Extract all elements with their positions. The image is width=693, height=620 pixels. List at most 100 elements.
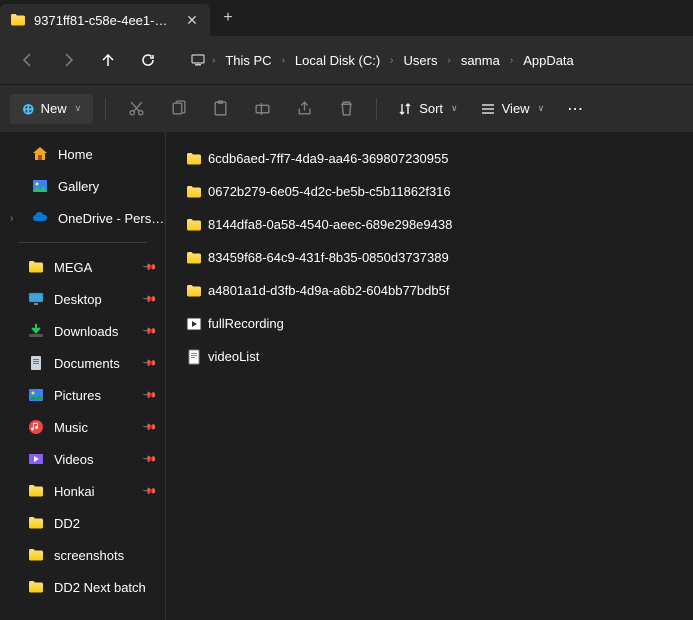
videos-icon [28, 451, 44, 467]
pin-icon: 📌 [142, 323, 158, 339]
file-name: 0672b279-6e05-4d2c-be5b-c5b11862f316 [208, 184, 451, 199]
file-item[interactable]: 8144dfa8-0a58-4540-aeec-689e298e9438 [176, 208, 683, 241]
file-list: 6cdb6aed-7ff7-4da9-aa46-369807230955 0672… [166, 132, 693, 620]
folder-icon [28, 515, 44, 531]
tab-active[interactable]: 9371ff81-c58e-4ee1-9119-a9ecd ✕ [0, 4, 210, 36]
pin-icon: 📌 [142, 387, 158, 403]
share-button[interactable] [286, 91, 322, 127]
new-label: New [41, 101, 67, 116]
folder-icon [186, 250, 202, 266]
gallery-icon [32, 178, 48, 194]
folder-icon [28, 579, 44, 595]
more-button[interactable]: ⋯ [558, 91, 594, 127]
folder-icon [186, 184, 202, 200]
folder-icon [186, 151, 202, 167]
sidebar-item-documents[interactable]: Documents 📌 [0, 347, 165, 379]
pin-icon: 📌 [142, 355, 158, 371]
sidebar-item-music[interactable]: Music📌 [0, 411, 165, 443]
breadcrumb-item[interactable]: Local Disk (C:) [291, 53, 384, 68]
sidebar-item-gallery[interactable]: Gallery [0, 170, 165, 202]
refresh-button[interactable] [130, 42, 166, 78]
sidebar-item-label: Downloads [54, 324, 118, 339]
sidebar-item-label: Desktop [54, 292, 102, 307]
chevron-right-icon[interactable]: › [441, 55, 456, 66]
file-item[interactable]: 83459f68-64c9-431f-8b35-0850d3737389 [176, 241, 683, 274]
folder-icon [186, 283, 202, 299]
sidebar-item-label: Documents [54, 356, 120, 371]
delete-button[interactable] [328, 91, 364, 127]
sidebar-item-videos[interactable]: Videos 📌 [0, 443, 165, 475]
chevron-right-icon[interactable]: › [504, 55, 519, 66]
paste-button[interactable] [202, 91, 238, 127]
folder-icon [28, 483, 44, 499]
file-item[interactable]: 0672b279-6e05-4d2c-be5b-c5b11862f316 [176, 175, 683, 208]
folder-icon [28, 259, 44, 275]
breadcrumb-item[interactable]: This PC [221, 53, 275, 68]
sidebar-item-label: DD2 Next batch [54, 580, 146, 595]
pc-icon [190, 52, 206, 68]
forward-button[interactable] [50, 42, 86, 78]
new-button[interactable]: ⊕ New ∨ [10, 94, 93, 124]
view-button[interactable]: View ∨ [472, 95, 553, 123]
breadcrumb-item[interactable]: Users [400, 53, 442, 68]
close-tab-button[interactable]: ✕ [184, 12, 200, 28]
pin-icon: 📌 [142, 451, 158, 467]
sidebar-item-honkai[interactable]: Honkai 📌 [0, 475, 165, 507]
sidebar-item-label: Gallery [58, 179, 99, 194]
sidebar-item-pictures[interactable]: Pictures 📌 [0, 379, 165, 411]
address-bar[interactable]: › This PC › Local Disk (C:) › Users › sa… [184, 44, 683, 76]
desktop-icon [28, 291, 44, 307]
chevron-right-icon[interactable]: › [10, 213, 13, 224]
rename-button[interactable] [244, 91, 280, 127]
command-bar: ⊕ New ∨ Sort ∨ View ∨ ⋯ [0, 84, 693, 132]
onedrive-icon [32, 210, 48, 226]
back-button[interactable] [10, 42, 46, 78]
sidebar-item-downloads[interactable]: Downloads 📌 [0, 315, 165, 347]
sidebar-item-screenshots[interactable]: screenshots [0, 539, 165, 571]
navigation-sidebar: HomeGallery›OneDrive - PersonalMEGA📌Desk… [0, 132, 166, 620]
breadcrumb-item[interactable]: sanma [457, 53, 504, 68]
video-icon [186, 316, 202, 332]
tab-title: 9371ff81-c58e-4ee1-9119-a9ecd [34, 13, 174, 28]
copy-button[interactable] [160, 91, 196, 127]
pin-icon: 📌 [142, 291, 158, 307]
breadcrumb-item[interactable]: AppData [519, 53, 578, 68]
sidebar-item-label: MEGA [54, 260, 92, 275]
sidebar-item-mega[interactable]: MEGA 📌 [0, 251, 165, 283]
chevron-down-icon: ∨ [538, 103, 545, 114]
file-item[interactable]: 6cdb6aed-7ff7-4da9-aa46-369807230955 [176, 142, 683, 175]
divider [376, 98, 377, 120]
pin-icon: 📌 [142, 483, 158, 499]
up-button[interactable] [90, 42, 126, 78]
folder-icon [28, 547, 44, 563]
sidebar-item-desktop[interactable]: Desktop 📌 [0, 283, 165, 315]
cut-button[interactable] [118, 91, 154, 127]
file-item[interactable]: fullRecording [176, 307, 683, 340]
pin-icon: 📌 [142, 259, 158, 275]
chevron-right-icon[interactable]: › [384, 55, 399, 66]
file-item[interactable]: videoList [176, 340, 683, 373]
sort-label: Sort [419, 101, 443, 116]
plus-icon: ⊕ [22, 100, 35, 118]
chevron-right-icon[interactable]: › [206, 55, 221, 66]
chevron-right-icon[interactable]: › [276, 55, 291, 66]
sort-button[interactable]: Sort ∨ [389, 95, 465, 123]
divider [105, 98, 106, 120]
sidebar-item-onedrive---personal[interactable]: › OneDrive - Personal [0, 202, 165, 234]
sidebar-item-label: Videos [54, 452, 94, 467]
sidebar-item-dd2-next-batch[interactable]: DD2 Next batch [0, 571, 165, 603]
sidebar-item-label: Pictures [54, 388, 101, 403]
file-item[interactable]: a4801a1d-d3fb-4d9a-a6b2-604bb77bdb5f [176, 274, 683, 307]
sidebar-item-label: Honkai [54, 484, 94, 499]
chevron-down-icon: ∨ [75, 103, 82, 114]
new-tab-button[interactable]: + [210, 0, 246, 36]
sidebar-item-home[interactable]: Home [0, 138, 165, 170]
sidebar-item-label: OneDrive - Personal [58, 211, 165, 226]
sidebar-item-dd2[interactable]: DD2 [0, 507, 165, 539]
pin-icon: 📌 [142, 419, 158, 435]
view-label: View [502, 101, 530, 116]
divider [18, 242, 147, 243]
file-name: videoList [208, 349, 259, 364]
home-icon [32, 146, 48, 162]
folder-icon [186, 217, 202, 233]
